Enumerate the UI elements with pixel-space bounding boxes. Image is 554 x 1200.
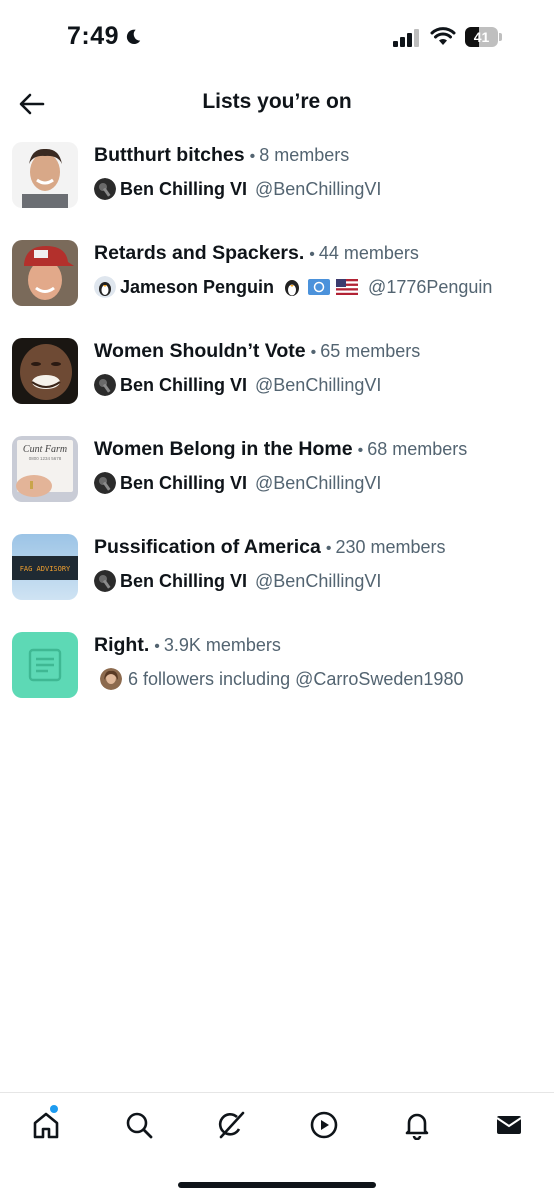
list-followers-line: 6 followers including @CarroSweden1980 bbox=[100, 666, 463, 692]
nav-search[interactable] bbox=[121, 1107, 157, 1143]
list-title-line: Women Belong in the Home • 68 members bbox=[94, 438, 467, 461]
list-title-line: Pussification of America • 230 members bbox=[94, 536, 446, 559]
list-name: Pussification of America bbox=[94, 536, 321, 558]
play-icon bbox=[310, 1111, 338, 1139]
separator-dot: • bbox=[309, 246, 315, 263]
member-count: 8 members bbox=[259, 145, 350, 165]
list-thumbnail bbox=[12, 338, 78, 404]
list-title-line: Right. • 3.9K members bbox=[94, 634, 281, 657]
member-count: 68 members bbox=[367, 439, 468, 459]
separator-dot: • bbox=[154, 638, 160, 655]
list-owner-line: Jameson Penguin @1776Penguin bbox=[94, 274, 492, 300]
member-count: 65 members bbox=[320, 341, 421, 361]
list-owner-line: Ben Chilling VI @BenChillingVI bbox=[94, 372, 381, 398]
owner-avatar bbox=[94, 178, 116, 200]
owner-handle[interactable]: @BenChillingVI bbox=[255, 375, 381, 396]
home-icon bbox=[33, 1112, 59, 1139]
owner-avatar bbox=[94, 374, 116, 396]
list-item[interactable]: Butthurt bitches • 8 members Ben Chilling … bbox=[0, 140, 554, 238]
status-bar: 7:49 41 bbox=[0, 0, 554, 74]
home-indicator bbox=[178, 1182, 376, 1188]
owner-name[interactable]: Ben Chilling VI bbox=[120, 179, 247, 200]
list-title-line: Women Shouldn’t Vote • 65 members bbox=[94, 340, 420, 363]
nav-messages[interactable] bbox=[491, 1107, 527, 1143]
nav-home[interactable] bbox=[28, 1105, 64, 1143]
thumb-card-text: Cunt Farm bbox=[23, 444, 67, 455]
lists-container: Butthurt bitches • 8 members Ben Chilling … bbox=[0, 140, 554, 728]
separator-dot: • bbox=[249, 148, 256, 165]
nav-grok[interactable] bbox=[213, 1107, 249, 1143]
thumb-sign-text: FAG ADVISORY bbox=[20, 565, 71, 573]
list-item[interactable]: Cunt Farm 0800 1234 5678 Women Belong in… bbox=[0, 434, 554, 532]
owner-handle[interactable]: @BenChillingVI bbox=[255, 571, 381, 592]
notification-dot bbox=[50, 1105, 58, 1113]
owner-handle[interactable]: @BenChillingVI bbox=[255, 473, 381, 494]
wifi-icon bbox=[430, 27, 456, 45]
grok-icon bbox=[218, 1111, 245, 1139]
list-item[interactable]: Retards and Spackers. • 44 members Jameson… bbox=[0, 238, 554, 336]
owner-name[interactable]: Ben Chilling VI bbox=[120, 571, 247, 592]
bell-icon bbox=[405, 1113, 429, 1140]
separator-dot: • bbox=[357, 442, 364, 459]
list-item[interactable]: Women Shouldn’t Vote • 65 members Ben Chil… bbox=[0, 336, 554, 434]
list-owner-line: Ben Chilling VI @BenChillingVI bbox=[94, 176, 381, 202]
member-count: 230 members bbox=[335, 537, 446, 557]
penguin-emoji bbox=[285, 280, 300, 296]
us-flag-emoji bbox=[336, 279, 359, 295]
list-title-line: Retards and Spackers. • 44 members bbox=[94, 242, 419, 265]
page-title: Lists you’re on bbox=[202, 90, 352, 113]
nav-notifications[interactable] bbox=[399, 1107, 435, 1143]
nav-video[interactable] bbox=[306, 1107, 342, 1143]
search-icon bbox=[126, 1112, 153, 1139]
list-document-icon bbox=[28, 648, 62, 682]
owner-name[interactable]: Ben Chilling VI bbox=[120, 473, 247, 494]
owner-name[interactable]: Jameson Penguin bbox=[120, 277, 274, 298]
list-owner-line: Ben Chilling VI @BenChillingVI bbox=[94, 568, 381, 594]
list-name: Retards and Spackers. bbox=[94, 242, 305, 264]
member-count: 44 members bbox=[318, 243, 419, 263]
thumb-card-subtext: 0800 1234 5678 bbox=[29, 456, 62, 461]
list-thumbnail bbox=[12, 632, 78, 698]
owner-avatar bbox=[94, 570, 116, 592]
list-name: Right. bbox=[94, 634, 150, 656]
separator-dot: • bbox=[310, 344, 317, 361]
separator-dot: • bbox=[325, 540, 332, 557]
list-thumbnail bbox=[12, 240, 78, 306]
list-name: Butthurt bitches bbox=[94, 144, 245, 166]
list-name: Women Shouldn’t Vote bbox=[94, 340, 306, 362]
list-item[interactable]: FAG ADVISORY Pussification of America • 23… bbox=[0, 532, 554, 630]
list-title-line: Butthurt bitches • 8 members bbox=[94, 144, 349, 167]
list-thumbnail bbox=[12, 142, 78, 208]
owner-avatar bbox=[94, 276, 116, 298]
header: Lists you’re on bbox=[0, 76, 554, 134]
list-thumbnail: FAG ADVISORY bbox=[12, 534, 78, 600]
bottom-nav bbox=[0, 1092, 554, 1157]
owner-name[interactable]: Ben Chilling VI bbox=[120, 375, 247, 396]
signal-icon bbox=[393, 29, 419, 47]
status-time: 7:49 bbox=[67, 22, 120, 50]
follower-avatar bbox=[100, 668, 122, 690]
owner-handle[interactable]: @BenChillingVI bbox=[255, 179, 381, 200]
list-item[interactable]: Right. • 3.9K members 6 followers includin… bbox=[0, 630, 554, 728]
owner-avatar bbox=[94, 472, 116, 494]
list-name: Women Belong in the Home bbox=[94, 438, 353, 460]
list-owner-line: Ben Chilling VI @BenChillingVI bbox=[94, 470, 381, 496]
followers-text[interactable]: 6 followers including @CarroSweden1980 bbox=[128, 669, 463, 690]
moon-icon bbox=[126, 29, 141, 45]
list-thumbnail: Cunt Farm 0800 1234 5678 bbox=[12, 436, 78, 502]
mail-icon bbox=[496, 1116, 522, 1134]
battery-icon: 41 bbox=[465, 27, 502, 47]
battery-level: 41 bbox=[473, 29, 490, 45]
owner-handle[interactable]: @1776Penguin bbox=[368, 277, 492, 298]
member-count: 3.9K members bbox=[163, 635, 281, 655]
un-flag-emoji bbox=[308, 279, 331, 295]
